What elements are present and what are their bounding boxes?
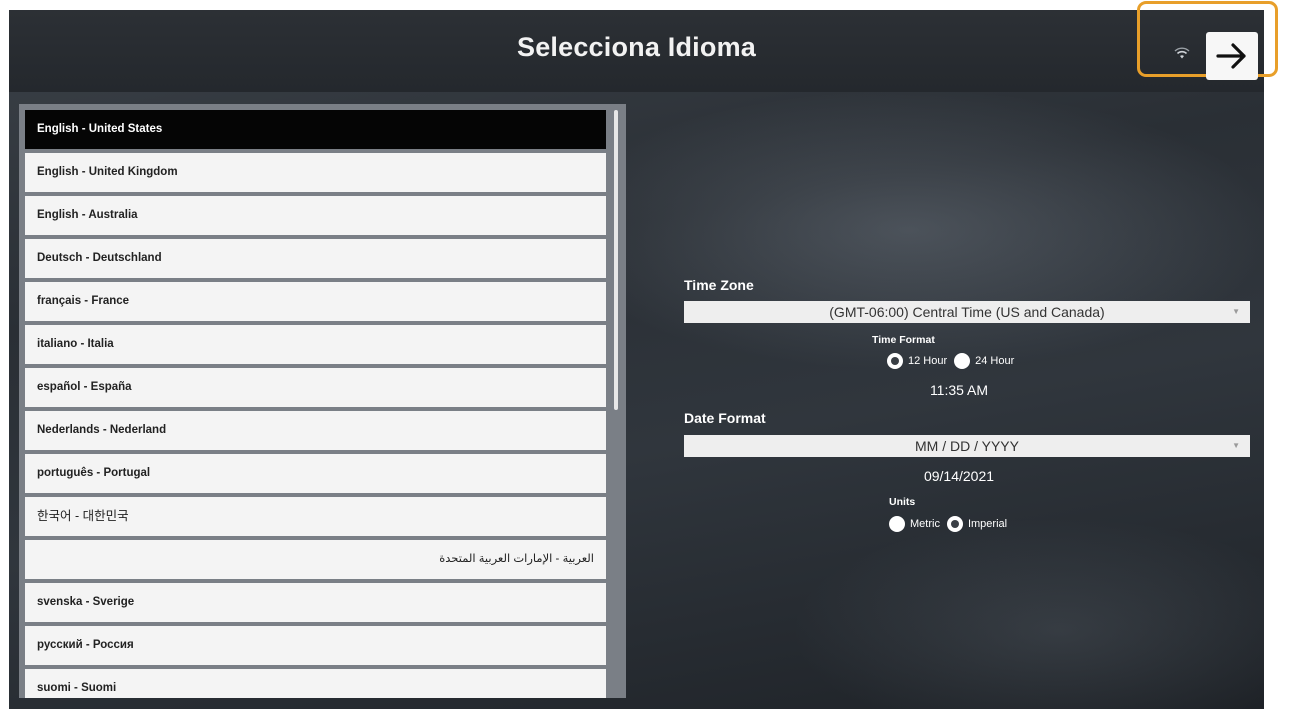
radio-checked-icon[interactable] <box>946 516 963 532</box>
language-item-en-us[interactable]: English - United States <box>25 110 606 149</box>
language-item-en-au[interactable]: English - Australia <box>25 196 606 235</box>
language-item-it-it[interactable]: italiano - Italia <box>25 325 606 364</box>
date-format-label: Date Format <box>684 410 766 426</box>
radio-label-12-hour: 12 Hour <box>908 355 948 367</box>
units-label: Units <box>889 496 916 508</box>
next-button[interactable] <box>1206 32 1258 80</box>
language-item-ko-kr[interactable]: 한국어 - 대한민국 <box>25 497 606 536</box>
radio-label-24-hour: 24 Hour <box>975 355 1015 367</box>
radio-option-imperial[interactable]: Imperial <box>946 516 1008 532</box>
radio-option-24-hour[interactable]: 24 Hour <box>954 353 1014 369</box>
page-title: Selecciona Idioma <box>517 32 756 62</box>
chevron-down-icon: ▼ <box>1232 307 1240 316</box>
date-format-select[interactable]: MM / DD / YYYY ▼ <box>684 435 1250 457</box>
time-zone-value: (GMT-06:00) Central Time (US and Canada) <box>829 304 1105 320</box>
radio-label-metric: Metric <box>910 518 940 530</box>
language-item-sv-se[interactable]: svenska - Sverige <box>25 583 606 622</box>
time-format-radio-group: 12 Hour 24 Hour <box>887 353 1021 369</box>
language-item-pt-pt[interactable]: português - Portugal <box>25 454 606 493</box>
radio-option-12-hour[interactable]: 12 Hour <box>887 353 947 369</box>
language-item-ar-ae[interactable]: العربية - الإمارات العربية المتحدة <box>25 540 606 579</box>
header-bar: Selecciona Idioma <box>9 10 1264 92</box>
units-radio-group: Metric Imperial <box>889 516 1014 532</box>
setup-screen: Selecciona Idioma English - United State… <box>9 10 1264 709</box>
time-zone-select[interactable]: (GMT-06:00) Central Time (US and Canada)… <box>684 301 1250 323</box>
language-list-panel: English - United States English - United… <box>19 104 626 698</box>
wifi-icon <box>1174 47 1190 59</box>
language-item-nl-nl[interactable]: Nederlands - Nederland <box>25 411 606 450</box>
language-item-es-es[interactable]: español - España <box>25 368 606 407</box>
chevron-down-icon: ▼ <box>1232 441 1240 450</box>
language-item-de-de[interactable]: Deutsch - Deutschland <box>25 239 606 278</box>
language-item-ru-ru[interactable]: русский - Россия <box>25 626 606 665</box>
radio-option-metric[interactable]: Metric <box>889 516 940 532</box>
language-list[interactable]: English - United States English - United… <box>25 110 606 698</box>
radio-unchecked-icon[interactable] <box>954 353 971 369</box>
date-format-value: MM / DD / YYYY <box>915 438 1019 454</box>
arrow-right-icon <box>1216 43 1246 69</box>
time-format-label: Time Format <box>872 334 935 346</box>
language-item-fi-fi[interactable]: suomi - Suomi <box>25 669 606 698</box>
radio-unchecked-icon[interactable] <box>889 516 905 532</box>
radio-label-imperial: Imperial <box>967 518 1008 530</box>
current-date: 09/14/2021 <box>923 468 995 484</box>
language-item-en-gb[interactable]: English - United Kingdom <box>25 153 606 192</box>
time-zone-label: Time Zone <box>684 277 754 293</box>
current-time: 11:35 AM <box>929 382 989 398</box>
radio-checked-icon[interactable] <box>887 353 903 369</box>
list-scrollbar[interactable] <box>614 110 618 410</box>
language-item-fr-fr[interactable]: français - France <box>25 282 606 321</box>
